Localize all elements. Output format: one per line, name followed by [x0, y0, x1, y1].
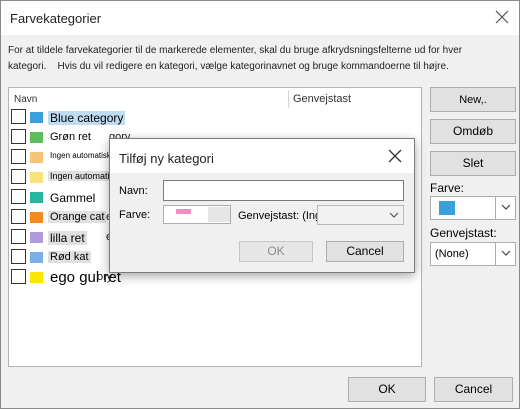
- dialog-ok-label: OK: [267, 244, 285, 258]
- dialog-color-dropdown[interactable]: [208, 207, 230, 222]
- selected-color-swatch: [439, 201, 455, 215]
- dialog-color-label: Farve:: [119, 209, 151, 221]
- category-color-swatch: [30, 132, 43, 143]
- shortcut-select-value: (None): [435, 248, 469, 260]
- category-checkbox[interactable]: [11, 229, 26, 244]
- dialog-title: Tilføj ny kategori: [119, 151, 214, 166]
- category-row[interactable]: Blue category: [9, 108, 421, 128]
- category-name-input[interactable]: [163, 180, 404, 201]
- shortcut-column-header: Genvejstast: [293, 93, 352, 105]
- category-color-swatch: [30, 212, 43, 223]
- ok-button[interactable]: OK: [348, 377, 426, 402]
- category-color-swatch: [30, 112, 43, 123]
- instructions-text: For at tildele farvekategorier til de ma…: [8, 45, 463, 72]
- category-checkbox[interactable]: [11, 249, 26, 264]
- category-name[interactable]: Gammel: [48, 191, 97, 205]
- category-checkbox[interactable]: [11, 209, 26, 224]
- category-name[interactable]: Ingen automatisk: [48, 151, 113, 160]
- color-label: Farve:: [430, 181, 465, 195]
- dialog-name-label: Navn:: [119, 185, 148, 197]
- rename-button-label: Omdøb: [452, 124, 493, 138]
- dialog-ok-button[interactable]: OK: [239, 241, 313, 262]
- new-button-label: New,.: [459, 94, 487, 106]
- category-checkbox[interactable]: [11, 269, 26, 284]
- title-bar: Farvekategorier: [1, 1, 519, 35]
- column-divider: [288, 90, 289, 108]
- category-color-swatch: [30, 252, 43, 263]
- shortcut-select[interactable]: (None): [430, 242, 516, 266]
- color-picker[interactable]: [430, 196, 516, 220]
- close-icon: [388, 149, 402, 163]
- category-checkbox[interactable]: [11, 169, 26, 184]
- category-name[interactable]: Grøn ret: [48, 131, 93, 143]
- category-checkbox[interactable]: [11, 129, 26, 144]
- category-name[interactable]: Orange cat: [48, 211, 107, 223]
- window-title: Farvekategorier: [10, 11, 102, 26]
- dialog-close-button[interactable]: [383, 146, 407, 168]
- dialog-shortcut-dropdown-arrow[interactable]: [384, 206, 404, 224]
- close-icon: [495, 10, 509, 24]
- category-name[interactable]: Blue category: [48, 111, 126, 125]
- category-name[interactable]: Rød kat: [48, 251, 91, 263]
- chevron-down-icon: [501, 250, 511, 256]
- rename-button[interactable]: Omdøb: [430, 119, 516, 144]
- shortcut-label: Genvejstast:: [430, 226, 497, 240]
- category-color-swatch: [30, 232, 43, 243]
- window-close-button[interactable]: [489, 6, 515, 30]
- ok-button-label: OK: [378, 382, 396, 396]
- dialog-cancel-button[interactable]: Cancel: [326, 241, 404, 262]
- dialog-color-swatch: [176, 209, 191, 214]
- shortcut-dropdown-arrow[interactable]: [495, 243, 516, 265]
- delete-button[interactable]: Slet: [430, 151, 516, 176]
- dialog-color-picker[interactable]: [163, 205, 231, 224]
- name-column-header: Navn: [14, 94, 38, 105]
- dialog-title-bar: Tilføj ny kategori: [110, 139, 414, 173]
- category-checkbox[interactable]: [11, 189, 26, 204]
- category-checkbox[interactable]: [11, 109, 26, 124]
- dialog-shortcut-select[interactable]: [317, 205, 404, 225]
- chevron-down-icon: [389, 212, 399, 218]
- delete-button-label: Slet: [462, 156, 484, 170]
- category-checkbox[interactable]: [11, 149, 26, 164]
- add-category-dialog: Tilføj ny kategori Navn: Farve: Genvejst…: [109, 138, 415, 273]
- color-categories-window: Farvekategorier For at tildele farvekate…: [0, 0, 520, 409]
- category-color-swatch: [30, 152, 43, 163]
- category-name[interactable]: lilla ret: [48, 231, 87, 245]
- color-dropdown-arrow[interactable]: [495, 197, 516, 219]
- cancel-button[interactable]: Cancel: [434, 377, 513, 402]
- category-color-swatch: [30, 172, 43, 183]
- list-header: Navn Genvejstast: [9, 88, 421, 108]
- cancel-button-label: Cancel: [454, 382, 493, 396]
- category-color-swatch: [30, 192, 43, 203]
- dialog-cancel-label: Cancel: [346, 244, 384, 258]
- chevron-down-icon: [501, 204, 511, 210]
- category-color-swatch: [30, 272, 43, 283]
- new-button[interactable]: New,.: [430, 87, 516, 112]
